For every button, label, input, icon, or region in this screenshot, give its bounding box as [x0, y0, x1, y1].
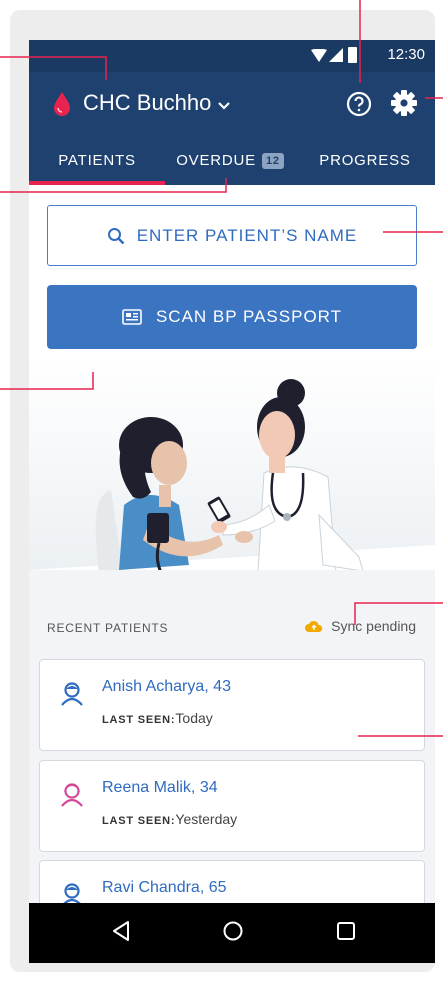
- callout-lines: [0, 0, 443, 737]
